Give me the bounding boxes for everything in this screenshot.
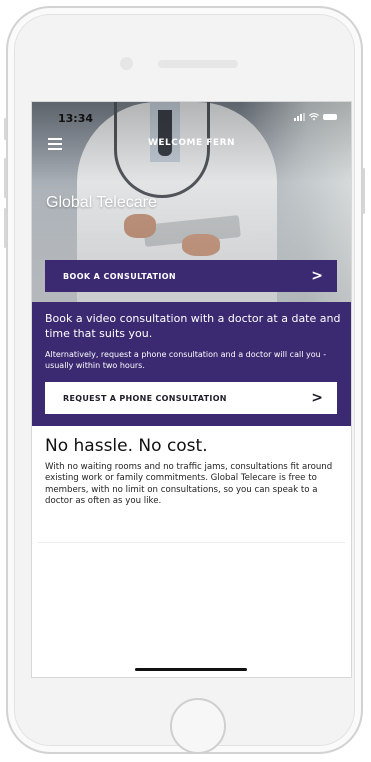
hero-image: 13:34 WELCOME FERN Global Telecare BOOK … [32, 102, 351, 302]
volume-down-button [4, 208, 7, 248]
status-time: 13:34 [58, 112, 94, 125]
welcome-title: WELCOME FERN [147, 138, 236, 148]
home-indicator[interactable] [135, 668, 247, 671]
status-icons [294, 113, 337, 121]
book-consultation-label: BOOK A CONSULTATION [63, 271, 176, 281]
info-body: With no waiting rooms and no traffic jam… [45, 462, 333, 507]
wifi-icon [309, 113, 319, 121]
chevron-right-icon: > [311, 268, 323, 284]
earpiece-speaker [158, 60, 238, 68]
video-consultation-text: Book a video consultation with a doctor … [45, 312, 341, 340]
volume-up-button [4, 158, 7, 198]
request-phone-consultation-button[interactable]: REQUEST A PHONE CONSULTATION > [45, 382, 337, 414]
request-phone-consultation-label: REQUEST A PHONE CONSULTATION [63, 393, 227, 403]
front-camera [120, 57, 133, 70]
info-headline: No hassle. No cost. [45, 436, 208, 456]
signal-icon [294, 113, 305, 121]
battery-icon [323, 114, 337, 120]
app-title: Global Telecare [46, 194, 157, 211]
divider [38, 542, 345, 543]
book-consultation-button[interactable]: BOOK A CONSULTATION > [45, 260, 337, 292]
home-button[interactable] [170, 698, 226, 754]
consultation-panel: Book a video consultation with a doctor … [32, 302, 351, 426]
mute-switch [4, 118, 7, 140]
app-screen: 13:34 WELCOME FERN Global Telecare BOOK … [31, 101, 352, 678]
chevron-right-icon: > [311, 390, 323, 406]
power-button [362, 168, 365, 214]
phone-consultation-text: Alternatively, request a phone consultat… [45, 350, 327, 370]
